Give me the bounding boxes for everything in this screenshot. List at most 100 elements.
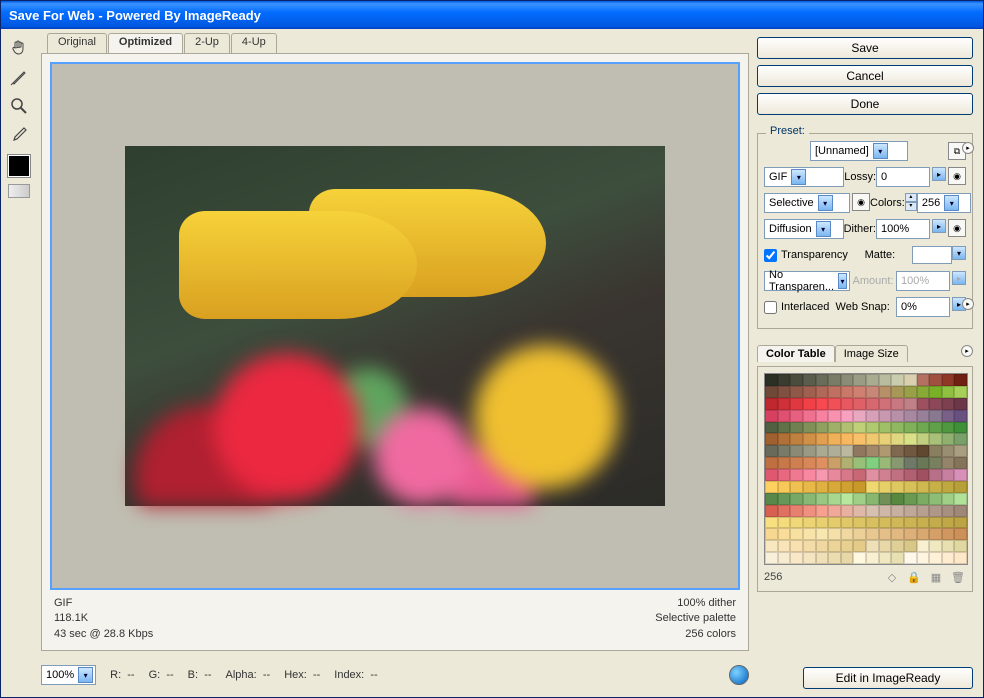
ct-lock-icon[interactable]: 🔒 xyxy=(906,569,922,585)
color-swatch[interactable] xyxy=(816,469,829,481)
color-swatch[interactable] xyxy=(891,445,904,457)
color-swatch[interactable] xyxy=(929,481,942,493)
color-swatch[interactable] xyxy=(853,433,866,445)
color-swatch[interactable] xyxy=(816,422,829,434)
color-swatch[interactable] xyxy=(879,481,892,493)
color-swatch[interactable] xyxy=(828,528,841,540)
tab-2up[interactable]: 2-Up xyxy=(184,33,230,53)
color-swatch[interactable] xyxy=(778,398,791,410)
color-swatch[interactable] xyxy=(904,398,917,410)
color-swatch[interactable] xyxy=(803,481,816,493)
color-swatch[interactable] xyxy=(954,422,967,434)
color-swatch[interactable] xyxy=(904,528,917,540)
color-swatch[interactable] xyxy=(904,410,917,422)
color-swatch[interactable] xyxy=(866,469,879,481)
color-swatch[interactable] xyxy=(917,410,930,422)
color-swatch[interactable] xyxy=(879,505,892,517)
color-swatch[interactable] xyxy=(778,552,791,564)
color-swatch[interactable] xyxy=(904,469,917,481)
color-swatch[interactable] xyxy=(904,386,917,398)
reduction-link-icon[interactable]: ◉ xyxy=(852,193,870,211)
tab-image-size[interactable]: Image Size xyxy=(835,345,908,362)
color-swatch[interactable] xyxy=(929,517,942,529)
color-swatch[interactable] xyxy=(954,493,967,505)
color-swatch[interactable] xyxy=(929,410,942,422)
color-swatch[interactable] xyxy=(917,552,930,564)
color-swatch[interactable] xyxy=(942,374,955,386)
color-swatch[interactable] xyxy=(917,481,930,493)
color-swatch[interactable] xyxy=(765,469,778,481)
color-swatch[interactable] xyxy=(879,398,892,410)
color-swatch[interactable] xyxy=(803,398,816,410)
color-swatch[interactable] xyxy=(866,528,879,540)
color-swatch[interactable] xyxy=(891,493,904,505)
zoom-dropdown[interactable]: 100%▾ xyxy=(41,665,96,685)
color-swatch[interactable] xyxy=(904,540,917,552)
color-swatch[interactable] xyxy=(778,528,791,540)
color-swatch[interactable] xyxy=(765,505,778,517)
color-swatch[interactable] xyxy=(816,445,829,457)
color-swatch[interactable] xyxy=(778,540,791,552)
color-swatch[interactable] xyxy=(790,422,803,434)
eyedropper-tool-icon[interactable] xyxy=(6,122,32,148)
color-swatch[interactable] xyxy=(828,457,841,469)
color-swatch[interactable] xyxy=(816,517,829,529)
color-swatch[interactable] xyxy=(816,374,829,386)
color-swatch[interactable] xyxy=(841,469,854,481)
color-swatch[interactable] xyxy=(816,505,829,517)
color-swatch[interactable] xyxy=(790,528,803,540)
color-swatch[interactable] xyxy=(803,540,816,552)
ct-new-icon[interactable]: ▦ xyxy=(928,569,944,585)
color-swatch[interactable] xyxy=(917,457,930,469)
color-swatch[interactable] xyxy=(828,481,841,493)
color-table-grid[interactable] xyxy=(764,373,968,565)
color-swatch[interactable] xyxy=(904,433,917,445)
color-swatch[interactable] xyxy=(954,552,967,564)
done-button[interactable]: Done xyxy=(757,93,973,115)
color-swatch[interactable] xyxy=(803,457,816,469)
lossy-slider-icon[interactable]: ▸ xyxy=(932,167,946,181)
matte-dropdown-icon[interactable]: ▾ xyxy=(952,246,966,260)
color-swatch[interactable] xyxy=(765,433,778,445)
color-swatch[interactable] xyxy=(942,528,955,540)
color-swatch[interactable] xyxy=(891,528,904,540)
color-swatch[interactable] xyxy=(828,398,841,410)
color-swatch[interactable] xyxy=(891,386,904,398)
color-swatch[interactable] xyxy=(891,517,904,529)
color-swatch[interactable] xyxy=(904,481,917,493)
color-swatch[interactable] xyxy=(765,422,778,434)
color-swatch[interactable] xyxy=(765,540,778,552)
color-swatch[interactable] xyxy=(841,386,854,398)
color-swatch[interactable] xyxy=(917,505,930,517)
color-swatch[interactable] xyxy=(866,433,879,445)
color-swatch[interactable] xyxy=(891,398,904,410)
color-swatch[interactable] xyxy=(866,517,879,529)
color-swatch[interactable] xyxy=(853,445,866,457)
color-swatch[interactable] xyxy=(853,517,866,529)
color-swatch[interactable] xyxy=(879,552,892,564)
ct-snap-icon[interactable]: ◇ xyxy=(884,569,900,585)
color-swatch[interactable] xyxy=(891,552,904,564)
color-swatch[interactable] xyxy=(778,517,791,529)
color-swatch[interactable] xyxy=(803,493,816,505)
color-swatch[interactable] xyxy=(816,457,829,469)
preset-dropdown[interactable]: [Unnamed]▾ xyxy=(810,141,908,161)
browser-preview-icon[interactable] xyxy=(729,665,749,685)
color-swatch[interactable] xyxy=(828,505,841,517)
cancel-button[interactable]: Cancel xyxy=(757,65,973,87)
color-swatch[interactable] xyxy=(765,445,778,457)
color-swatch[interactable] xyxy=(778,505,791,517)
color-swatch[interactable] xyxy=(954,410,967,422)
color-swatch[interactable] xyxy=(828,469,841,481)
tab-original[interactable]: Original xyxy=(47,33,107,53)
color-swatch[interactable] xyxy=(929,457,942,469)
color-swatch[interactable] xyxy=(853,386,866,398)
color-swatch[interactable] xyxy=(954,433,967,445)
color-swatch[interactable] xyxy=(841,422,854,434)
color-swatch[interactable] xyxy=(816,528,829,540)
color-swatch[interactable] xyxy=(853,505,866,517)
color-swatch[interactable] xyxy=(790,398,803,410)
color-swatch[interactable] xyxy=(841,410,854,422)
color-swatch[interactable] xyxy=(853,398,866,410)
color-swatch[interactable] xyxy=(866,374,879,386)
